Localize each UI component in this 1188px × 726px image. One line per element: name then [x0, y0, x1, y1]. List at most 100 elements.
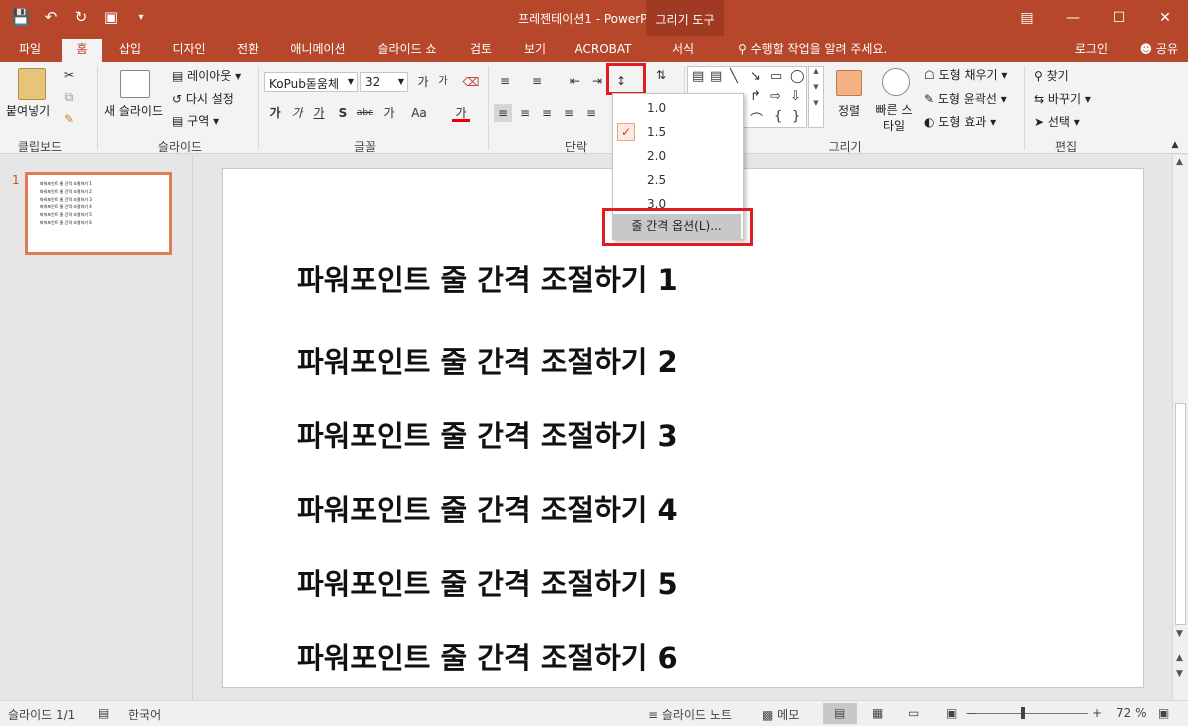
collapse-ribbon-icon[interactable]: ▲: [1166, 136, 1184, 154]
align-left-icon[interactable]: ≡: [494, 104, 512, 122]
paste-icon[interactable]: [18, 68, 46, 100]
textbox-icon[interactable]: ▤: [692, 69, 704, 84]
slide-text-line[interactable]: 파워포인트 줄 간격 조절하기 1: [297, 257, 678, 299]
minimize-icon[interactable]: —: [1050, 0, 1096, 36]
ribbon-display-icon[interactable]: ▤: [1004, 0, 1050, 36]
clear-format-icon[interactable]: ⌫: [462, 73, 480, 91]
tab-5[interactable]: 애니메이션: [282, 39, 354, 62]
font-color-icon[interactable]: 가: [452, 104, 470, 122]
line-spacing-option[interactable]: 2.0: [613, 145, 743, 167]
tab-9[interactable]: ACROBAT: [570, 39, 636, 62]
elbow-connector-icon[interactable]: ↱: [750, 89, 761, 104]
login-link[interactable]: 로그인: [1075, 40, 1108, 57]
slide-text-line[interactable]: 파워포인트 줄 간격 조절하기 6: [297, 635, 678, 677]
gallery-scroll[interactable]: ▲ ▼ ▼: [808, 66, 824, 128]
spellcheck-icon[interactable]: ▤: [98, 706, 109, 720]
arrow-line-icon[interactable]: ↘: [750, 69, 761, 84]
right-arrow-icon[interactable]: ⇨: [770, 89, 781, 104]
format-painter-icon[interactable]: ✎: [60, 110, 78, 128]
arrange-icon[interactable]: [836, 70, 862, 96]
line-icon[interactable]: ╲: [730, 69, 738, 84]
comments-button[interactable]: ▩ 메모: [762, 706, 799, 723]
shape-effects-button[interactable]: ◐ 도형 효과 ▾: [924, 113, 996, 130]
quick-styles-button[interactable]: 빠른 스타일: [872, 102, 916, 134]
tab-7[interactable]: 검토: [461, 39, 501, 62]
slide-text-line[interactable]: 파워포인트 줄 간격 조절하기 3: [297, 413, 678, 455]
tab-0[interactable]: 파일: [10, 39, 50, 62]
distributed-icon[interactable]: ≡: [582, 104, 600, 122]
reset-button[interactable]: ↺ 다시 설정: [172, 90, 234, 107]
line-spacing-options-item[interactable]: 줄 간격 옵션(L)...: [612, 214, 741, 239]
vertical-textbox-icon[interactable]: ▤: [710, 69, 722, 84]
decrease-indent-icon[interactable]: ⇤: [566, 72, 584, 90]
zoom-level[interactable]: 72 %: [1116, 706, 1147, 720]
grow-font-icon[interactable]: 가: [414, 73, 432, 91]
shrink-font-icon[interactable]: 가: [434, 73, 452, 91]
zoom-slider-knob[interactable]: [1021, 707, 1025, 719]
numbering-icon[interactable]: ≡: [528, 72, 546, 90]
tab-3[interactable]: 디자인: [165, 39, 213, 62]
layout-button[interactable]: ▤ 레이아웃 ▾: [172, 67, 241, 84]
line-spacing-button-highlight[interactable]: [606, 63, 646, 95]
arrange-button[interactable]: 정렬: [838, 102, 860, 119]
font-size-combo[interactable]: 32 ▼: [360, 72, 408, 92]
justify-icon[interactable]: ≡: [560, 104, 578, 122]
italic-icon[interactable]: 가: [288, 104, 306, 122]
shape-fill-button[interactable]: ☖ 도형 채우기 ▾: [924, 66, 1007, 83]
slide-text-line[interactable]: 파워포인트 줄 간격 조절하기 5: [297, 561, 678, 603]
vertical-scrollbar[interactable]: ▲ ▼ ▲ ▼: [1172, 155, 1188, 700]
down-arrow-icon[interactable]: ⇩: [790, 89, 801, 104]
slideshow-view-icon[interactable]: ▣: [946, 706, 957, 720]
copy-icon[interactable]: ⧉: [60, 88, 78, 106]
line-spacing-option[interactable]: 2.5: [613, 169, 743, 191]
slide-text-line[interactable]: 파워포인트 줄 간격 조절하기 2: [297, 339, 678, 381]
align-center-icon[interactable]: ≡: [516, 104, 534, 122]
maximize-icon[interactable]: ☐: [1096, 0, 1142, 36]
scroll-down-icon[interactable]: ▼: [1176, 629, 1183, 639]
tab-6[interactable]: 슬라이드 쇼: [369, 39, 445, 62]
char-spacing-icon[interactable]: 가: [380, 104, 398, 122]
scroll-up-icon[interactable]: ▲: [1176, 157, 1183, 167]
bullets-icon[interactable]: ≡: [496, 72, 514, 90]
new-slide-icon[interactable]: [120, 70, 150, 98]
text-direction-icon[interactable]: ⇅: [652, 66, 670, 84]
shadow-icon[interactable]: S: [334, 104, 352, 122]
close-icon[interactable]: ✕: [1142, 0, 1188, 36]
fit-to-window-icon[interactable]: ▣: [1158, 706, 1169, 720]
oval-icon[interactable]: ◯: [790, 69, 805, 84]
tab-4[interactable]: 전환: [228, 39, 268, 62]
share-button[interactable]: ☻ 공유: [1140, 40, 1178, 57]
line-spacing-option[interactable]: ✓ 1.5: [613, 121, 743, 143]
quick-styles-icon[interactable]: [882, 68, 910, 96]
rectangle-icon[interactable]: ▭: [770, 69, 782, 84]
tab-10[interactable]: 서식: [663, 39, 703, 62]
scroll-thumb[interactable]: [1175, 403, 1186, 625]
prev-slide-icon[interactable]: ▲: [1176, 653, 1183, 663]
reading-view-icon[interactable]: ▭: [908, 706, 919, 720]
language-indicator[interactable]: 한국어: [128, 706, 161, 723]
curve-icon[interactable]: ⌒: [750, 109, 763, 128]
shape-outline-button[interactable]: ✎ 도형 윤곽선 ▾: [924, 90, 1007, 107]
find-button[interactable]: ⚲ 찾기: [1034, 67, 1069, 84]
tab-1[interactable]: 홈: [62, 39, 102, 62]
increase-indent-icon[interactable]: ⇥: [588, 72, 606, 90]
select-button[interactable]: ➤ 선택 ▾: [1034, 113, 1080, 130]
new-slide-button[interactable]: 새 슬라이드: [104, 102, 163, 119]
notes-button[interactable]: ≡ 슬라이드 노트: [648, 706, 732, 723]
slide-text-line[interactable]: 파워포인트 줄 간격 조절하기 4: [297, 487, 678, 529]
section-button[interactable]: ▤ 구역 ▾: [172, 112, 219, 129]
normal-view-icon[interactable]: ▤: [834, 706, 845, 720]
zoom-in-icon[interactable]: +: [1092, 706, 1102, 720]
tell-me-box[interactable]: ⚲ 수행할 작업을 알려 주세요.: [738, 40, 887, 57]
strikethrough-icon[interactable]: abc: [356, 104, 374, 122]
replace-button[interactable]: ⇆ 바꾸기 ▾: [1034, 90, 1091, 107]
font-name-combo[interactable]: KoPub돋움체 ▼: [264, 72, 358, 92]
change-case-icon[interactable]: Aa: [410, 104, 428, 122]
align-right-icon[interactable]: ≡: [538, 104, 556, 122]
cut-icon[interactable]: ✂: [60, 66, 78, 84]
slide-sorter-icon[interactable]: ▦: [872, 706, 883, 720]
tab-2[interactable]: 삽입: [110, 39, 150, 62]
right-brace-icon[interactable]: }: [792, 109, 800, 124]
underline-icon[interactable]: 가: [310, 104, 328, 122]
zoom-out-icon[interactable]: —: [966, 706, 978, 720]
